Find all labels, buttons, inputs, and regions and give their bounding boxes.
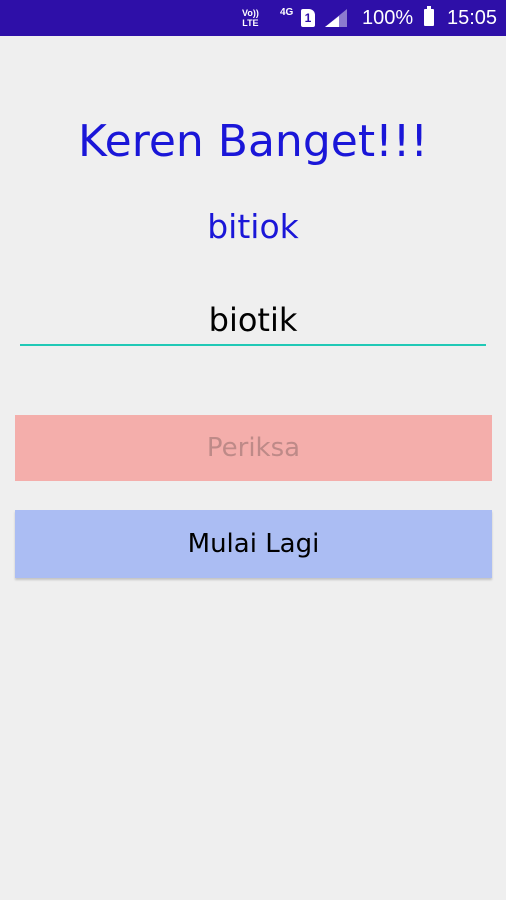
check-button[interactable]: Periksa [15,415,492,481]
lte-label: LTE [242,18,259,28]
result-title: Keren Banget!!! [77,116,428,167]
status-bar: Vo)) LTE 4G 1 100% 15:05 [0,0,506,36]
network-type-label: 4G [280,6,294,18]
restart-button[interactable]: Mulai Lagi [15,510,492,578]
sim-card-icon: 1 [301,9,315,27]
signal-strength-icon [325,9,347,27]
volte-label: Vo)) [242,8,259,18]
battery-percentage: 100% [362,6,414,29]
battery-icon [424,6,434,26]
answer-input[interactable] [20,296,486,346]
scrambled-word: bitiok [207,207,299,246]
volte-indicator: Vo)) LTE [242,8,259,30]
clock: 15:05 [447,6,498,29]
